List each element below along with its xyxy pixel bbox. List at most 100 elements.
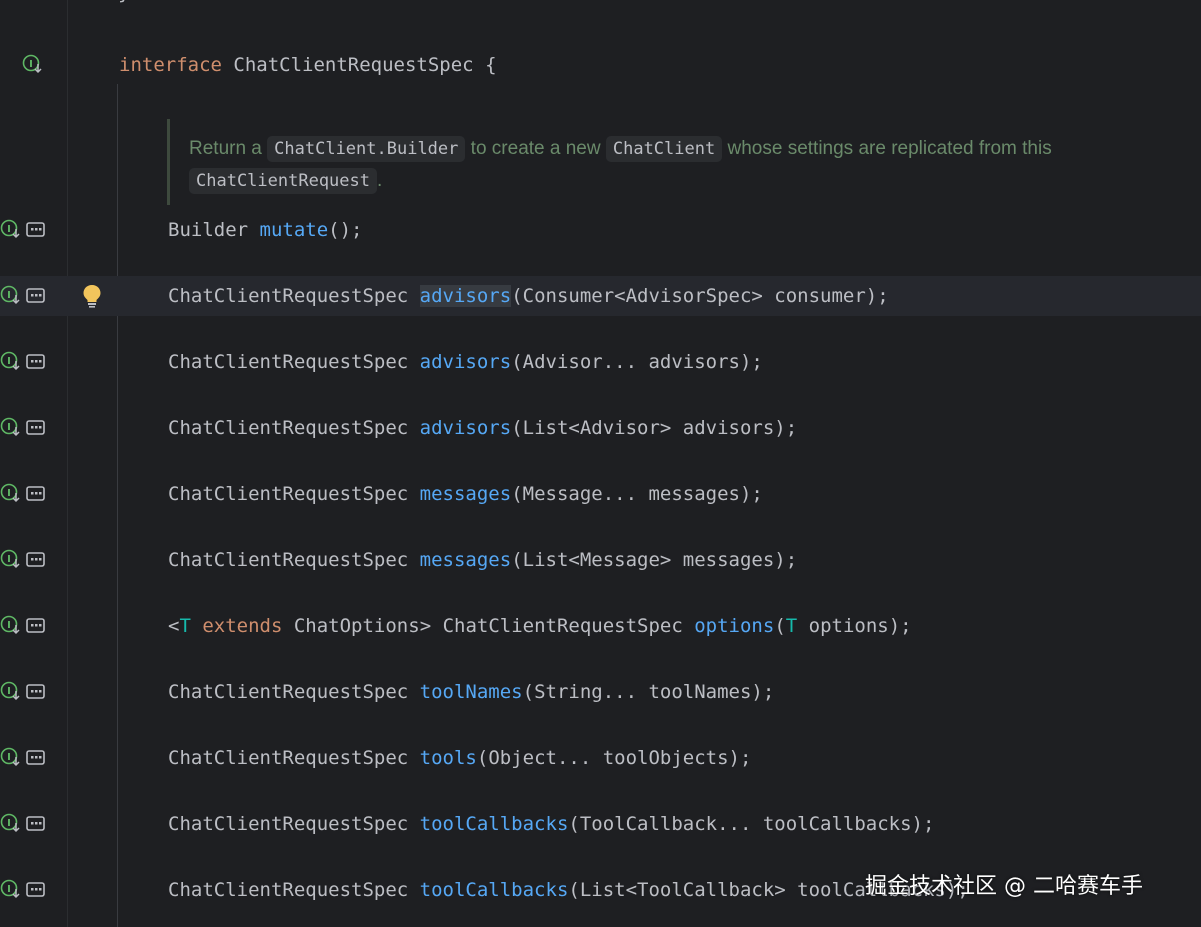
- gutter-icons[interactable]: I: [0, 681, 46, 703]
- code-line-method[interactable]: I ChatClientRequestSpec advisors(Advisor…: [0, 342, 1201, 382]
- method-params: (String... toolNames);: [522, 681, 775, 703]
- prev-closing-brace: }: [118, 0, 129, 8]
- javadoc-text: Return a ChatClient.Builder to create a …: [189, 133, 1069, 197]
- usages-icon: [26, 882, 45, 897]
- code-line-method[interactable]: I ChatClientRequestSpec toolNames(String…: [0, 672, 1201, 712]
- gutter-icons[interactable]: I: [0, 813, 46, 835]
- gutter-icons[interactable]: I: [0, 879, 46, 901]
- method-name[interactable]: advisors: [420, 417, 512, 439]
- interface-name[interactable]: ChatClientRequestSpec: [233, 54, 473, 76]
- return-type: ChatClientRequestSpec: [168, 813, 420, 835]
- svg-text:I: I: [7, 290, 11, 301]
- method-name[interactable]: advisors: [420, 351, 512, 373]
- interface-implemented-icon[interactable]: I: [22, 54, 68, 76]
- doc-text-2: to create a new: [465, 138, 606, 159]
- method-signature[interactable]: ChatClientRequestSpec toolCallbacks(List…: [168, 870, 969, 910]
- javadoc-block: Return a ChatClient.Builder to create a …: [167, 119, 1070, 205]
- usages-icon: [26, 486, 45, 501]
- implemented-method-icon: I: [0, 813, 20, 833]
- gutter-icons[interactable]: I: [0, 285, 46, 307]
- method-signature[interactable]: ChatClientRequestSpec advisors(List<Advi…: [168, 408, 797, 448]
- gutter-icons[interactable]: I: [0, 219, 46, 241]
- method-signature[interactable]: ChatClientRequestSpec tools(Object... to…: [168, 738, 751, 778]
- watermark: 掘金技术社区 @ 二哈赛车手: [865, 874, 1143, 899]
- type-parameter[interactable]: T: [179, 615, 190, 637]
- usages-icon: [26, 618, 45, 633]
- method-name[interactable]: toolCallbacks: [420, 813, 569, 835]
- method-params: (List<Advisor> advisors);: [511, 417, 798, 439]
- method-params: options);: [797, 615, 912, 637]
- gutter-icons[interactable]: I: [0, 549, 46, 571]
- usages-icon: [26, 684, 45, 699]
- method-signature[interactable]: ChatClientRequestSpec toolNames(String..…: [168, 672, 774, 712]
- method-name[interactable]: tools: [420, 747, 477, 769]
- method-signature[interactable]: ChatClientRequestSpec messages(Message..…: [168, 474, 763, 514]
- svg-text:I: I: [7, 884, 11, 895]
- code-line-method[interactable]: I ChatClientRequestSpec advisors(List<Ad…: [0, 408, 1201, 448]
- return-type: Builder: [168, 219, 260, 241]
- usages-icon: [26, 420, 45, 435]
- return-type: ChatClientRequestSpec: [168, 549, 420, 571]
- code-line-method[interactable]: I Builder mutate();: [0, 210, 1201, 250]
- method-signature[interactable]: <T extends ChatOptions> ChatClientReques…: [168, 606, 912, 646]
- method-name[interactable]: mutate: [260, 219, 329, 241]
- code-line-method[interactable]: I ChatClientRequestSpec toolCallbacks(To…: [0, 804, 1201, 844]
- gutter-icons[interactable]: I: [0, 417, 46, 439]
- method-signature[interactable]: Builder mutate();: [168, 210, 362, 250]
- svg-text:I: I: [7, 356, 11, 367]
- code-line-method-generic[interactable]: I <T extends ChatOptions> ChatClientRequ…: [0, 606, 1201, 646]
- gutter-icons[interactable]: I: [0, 483, 46, 505]
- method-signature[interactable]: ChatClientRequestSpec messages(List<Mess…: [168, 540, 797, 580]
- method-signature[interactable]: ChatClientRequestSpec advisors(Advisor..…: [168, 342, 763, 382]
- generic-open: <: [168, 615, 180, 637]
- return-type: ChatClientRequestSpec: [168, 417, 420, 439]
- usages-icon: [26, 222, 45, 237]
- implemented-method-icon: I: [0, 351, 20, 371]
- method-name[interactable]: toolCallbacks: [420, 879, 569, 901]
- gutter-icons[interactable]: I: [0, 615, 46, 637]
- implemented-method-icon: I: [0, 219, 20, 239]
- usages-icon: [26, 552, 45, 567]
- usages-icon: [26, 288, 45, 303]
- method-name[interactable]: options: [694, 615, 774, 637]
- doc-link-builder[interactable]: ChatClient.Builder: [267, 136, 466, 162]
- usages-icon: [26, 354, 45, 369]
- svg-text:I: I: [7, 488, 11, 499]
- return-type: ChatClientRequestSpec: [168, 483, 420, 505]
- return-type: ChatClientRequestSpec: [168, 879, 420, 901]
- interface-declaration[interactable]: interface ChatClientRequestSpec {: [119, 45, 497, 85]
- lightbulb-icon[interactable]: [82, 284, 102, 312]
- param-type[interactable]: T: [786, 615, 797, 637]
- code-line-method[interactable]: I ChatClientRequestSpec messages(Message…: [0, 474, 1201, 514]
- implemented-method-icon: I: [0, 549, 20, 569]
- svg-text:I: I: [7, 752, 11, 763]
- open-brace: {: [485, 54, 497, 76]
- code-line-interface[interactable]: I interface ChatClientRequestSpec {: [0, 45, 1201, 85]
- code-line-method[interactable]: I ChatClientRequestSpec tools(Object... …: [0, 738, 1201, 778]
- return-type: ChatClientRequestSpec: [168, 351, 420, 373]
- code-line-method[interactable]: I ChatClientRequestSpec messages(List<Me…: [0, 540, 1201, 580]
- doc-link-request[interactable]: ChatClientRequest: [189, 168, 377, 194]
- implemented-method-icon: I: [0, 483, 20, 503]
- gutter-icons[interactable]: I: [0, 747, 46, 769]
- method-name[interactable]: toolNames: [420, 681, 523, 703]
- method-signature[interactable]: ChatClientRequestSpec toolCallbacks(Tool…: [168, 804, 934, 844]
- return-type: ChatClientRequestSpec: [168, 285, 420, 307]
- doc-text-4: .: [377, 170, 383, 191]
- implemented-method-icon: I: [0, 879, 20, 899]
- doc-link-chatclient[interactable]: ChatClient: [605, 136, 723, 162]
- return-type: ChatClientRequestSpec: [168, 681, 420, 703]
- usages-icon: [26, 750, 45, 765]
- method-name[interactable]: messages: [420, 549, 512, 571]
- method-signature[interactable]: ChatClientRequestSpec advisors(Consumer<…: [168, 276, 889, 316]
- svg-text:I: I: [7, 620, 11, 631]
- gutter-icons[interactable]: I: [0, 351, 46, 373]
- usages-icon: [26, 816, 45, 831]
- keyword-interface: interface: [119, 54, 222, 76]
- method-name[interactable]: messages: [420, 483, 512, 505]
- code-line-method-current[interactable]: I ChatClientRequestSpec advisors(Consume…: [0, 276, 1201, 316]
- doc-text-3: whose settings are replicated from this: [722, 138, 1052, 159]
- method-name-highlighted[interactable]: advisors: [419, 285, 512, 307]
- svg-text:I: I: [7, 422, 11, 433]
- implemented-method-icon: I: [0, 285, 20, 305]
